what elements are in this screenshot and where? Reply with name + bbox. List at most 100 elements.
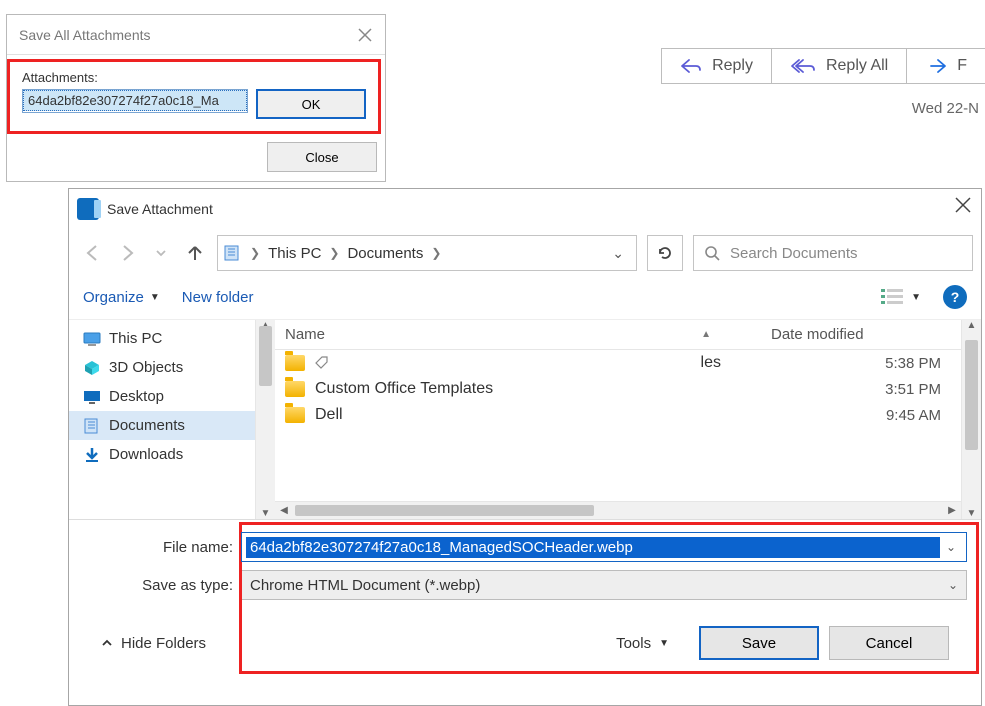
column-name[interactable]: Name ▲ bbox=[275, 320, 761, 349]
scroll-down-icon[interactable]: ▼ bbox=[256, 508, 275, 519]
view-icon bbox=[881, 288, 905, 306]
file-list-h-scrollbar[interactable]: ◀ ▶ bbox=[275, 501, 961, 519]
chevron-down-icon[interactable]: ⌄ bbox=[940, 540, 962, 554]
file-list[interactable]: Name ▲ Date modified les 5:38 PM Custom bbox=[275, 320, 961, 519]
scrollbar-thumb[interactable] bbox=[965, 340, 978, 450]
file-date: 5:38 PM bbox=[751, 355, 951, 372]
column-name-label: Name bbox=[285, 326, 325, 343]
file-name-suffix: les bbox=[701, 354, 721, 372]
reply-all-icon bbox=[790, 58, 816, 74]
crumb-this-pc[interactable]: This PC bbox=[268, 245, 321, 262]
file-row[interactable]: Dell 9:45 AM bbox=[275, 402, 961, 428]
tree-item-3d-objects[interactable]: 3D Objects bbox=[69, 353, 255, 382]
tree-item-downloads[interactable]: Downloads bbox=[69, 440, 255, 469]
save-all-titlebar: Save All Attachments bbox=[7, 15, 385, 55]
sort-indicator-icon: ▲ bbox=[701, 329, 711, 340]
new-folder-button[interactable]: New folder bbox=[182, 289, 254, 306]
file-row[interactable]: Custom Office Templates 3:51 PM bbox=[275, 376, 961, 402]
chevron-right-icon[interactable]: ❯ bbox=[431, 246, 441, 260]
tree-item-documents[interactable]: Documents bbox=[69, 411, 255, 440]
tree-item-desktop[interactable]: Desktop bbox=[69, 382, 255, 411]
up-button[interactable] bbox=[183, 241, 207, 265]
file-dialog-body: This PC 3D Objects Desktop Documents bbox=[69, 320, 981, 520]
breadcrumb[interactable]: ❯ This PC ❯ Documents ❯ ⌄ bbox=[217, 235, 637, 271]
file-dialog-nav: ❯ This PC ❯ Documents ❯ ⌄ Search Documen… bbox=[69, 229, 981, 277]
new-folder-label: New folder bbox=[182, 289, 254, 306]
chevron-down-icon: ▼ bbox=[659, 638, 669, 649]
view-mode-button[interactable]: ▼ bbox=[881, 288, 921, 306]
scrollbar-thumb[interactable] bbox=[259, 326, 272, 386]
column-date-label: Date modified bbox=[771, 326, 864, 343]
documents-icon bbox=[224, 245, 242, 261]
chevron-down-icon[interactable]: ⌄ bbox=[612, 245, 630, 262]
documents-icon bbox=[83, 418, 101, 434]
tree-label: 3D Objects bbox=[109, 359, 183, 376]
search-input[interactable]: Search Documents bbox=[693, 235, 973, 271]
close-button[interactable]: Close bbox=[267, 142, 377, 172]
tag-icon bbox=[315, 356, 329, 370]
close-icon[interactable] bbox=[955, 197, 971, 213]
column-date[interactable]: Date modified bbox=[761, 320, 961, 349]
scroll-left-icon[interactable]: ◀ bbox=[275, 505, 293, 516]
reply-button[interactable]: Reply bbox=[661, 48, 771, 84]
back-button[interactable] bbox=[81, 241, 105, 265]
tree-label: Documents bbox=[109, 417, 185, 434]
file-dialog-footer: Hide Folders Tools ▼ Save Cancel bbox=[83, 608, 967, 670]
attachments-list[interactable]: 64da2bf82e307274f27a0c18_Ma bbox=[22, 89, 248, 113]
file-name-input[interactable]: 64da2bf82e307274f27a0c18_ManagedSOCHeade… bbox=[241, 532, 967, 562]
cancel-button[interactable]: Cancel bbox=[829, 626, 949, 660]
refresh-button[interactable] bbox=[647, 235, 683, 271]
tree-label: Downloads bbox=[109, 446, 183, 463]
chevron-down-icon: ▼ bbox=[150, 292, 160, 303]
chevron-right-icon[interactable]: ❯ bbox=[250, 246, 260, 260]
save-all-attachments-dialog: Save All Attachments Attachments: 64da2b… bbox=[6, 14, 386, 182]
file-date: 9:45 AM bbox=[751, 407, 951, 424]
attachment-item[interactable]: 64da2bf82e307274f27a0c18_Ma bbox=[23, 90, 247, 111]
reply-label: Reply bbox=[712, 57, 753, 75]
search-icon bbox=[704, 245, 720, 261]
organize-label: Organize bbox=[83, 289, 144, 306]
folder-icon bbox=[285, 355, 305, 371]
save-all-title: Save All Attachments bbox=[19, 27, 151, 43]
organize-button[interactable]: Organize ▼ bbox=[83, 289, 160, 306]
folder-tree[interactable]: This PC 3D Objects Desktop Documents bbox=[69, 320, 255, 519]
tree-item-this-pc[interactable]: This PC bbox=[69, 324, 255, 353]
help-button[interactable]: ? bbox=[943, 285, 967, 309]
file-dialog-title: Save Attachment bbox=[107, 201, 213, 217]
folder-icon bbox=[285, 407, 305, 423]
scroll-right-icon[interactable]: ▶ bbox=[943, 505, 961, 516]
tree-label: This PC bbox=[109, 330, 162, 347]
ok-button[interactable]: OK bbox=[256, 89, 366, 119]
scrollbar-thumb[interactable] bbox=[295, 505, 594, 516]
mail-date: Wed 22-N bbox=[912, 100, 979, 117]
search-placeholder: Search Documents bbox=[730, 245, 858, 262]
save-button[interactable]: Save bbox=[699, 626, 819, 660]
close-icon[interactable] bbox=[353, 23, 377, 47]
outlook-icon bbox=[77, 198, 99, 220]
chevron-up-icon bbox=[101, 637, 113, 649]
file-dialog-toolbar: Organize ▼ New folder ▼ ? bbox=[69, 277, 981, 320]
forward-button[interactable]: F bbox=[906, 48, 985, 84]
hide-folders-button[interactable]: Hide Folders bbox=[101, 635, 206, 652]
crumb-documents[interactable]: Documents bbox=[347, 245, 423, 262]
reply-all-button[interactable]: Reply All bbox=[771, 48, 906, 84]
reply-all-label: Reply All bbox=[826, 57, 888, 75]
mail-actions: Reply Reply All F bbox=[661, 48, 985, 84]
forward-label: F bbox=[957, 57, 967, 75]
tree-label: Desktop bbox=[109, 388, 164, 405]
file-dialog-bottom: File name: 64da2bf82e307274f27a0c18_Mana… bbox=[69, 520, 981, 676]
forward-nav-button[interactable] bbox=[115, 241, 139, 265]
file-list-header: Name ▲ Date modified bbox=[275, 320, 961, 350]
file-name-label: File name: bbox=[83, 539, 241, 556]
recent-dropdown[interactable] bbox=[149, 241, 173, 265]
tree-scrollbar[interactable]: ▲ ▼ bbox=[255, 320, 275, 519]
save-as-type-select[interactable]: Chrome HTML Document (*.webp) ⌄ bbox=[241, 570, 967, 600]
scroll-down-icon[interactable]: ▼ bbox=[962, 508, 981, 519]
file-row[interactable]: les 5:38 PM bbox=[275, 350, 961, 376]
file-list-scrollbar[interactable]: ▲ ▼ bbox=[961, 320, 981, 519]
chevron-right-icon[interactable]: ❯ bbox=[329, 246, 339, 260]
attachments-label: Attachments: bbox=[22, 70, 366, 85]
file-name-value: 64da2bf82e307274f27a0c18_ManagedSOCHeade… bbox=[246, 537, 940, 558]
scroll-up-icon[interactable]: ▲ bbox=[962, 320, 981, 331]
tools-dropdown[interactable]: Tools ▼ bbox=[616, 635, 669, 652]
